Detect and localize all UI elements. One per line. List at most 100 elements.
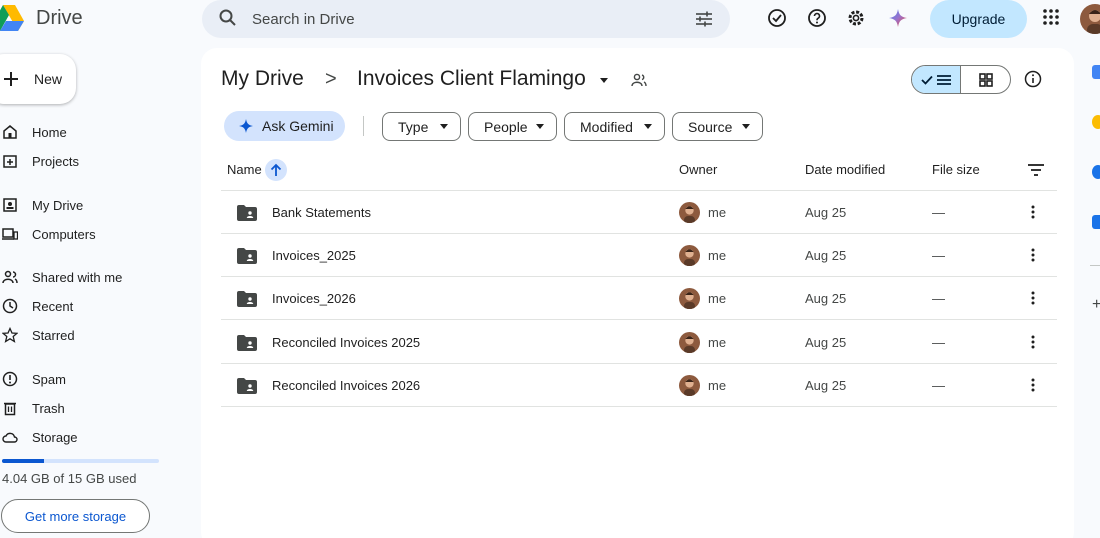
- view-toggle[interactable]: [911, 65, 1011, 94]
- filter-modified-chip[interactable]: Modified: [564, 112, 665, 141]
- date-modified: Aug 25: [805, 248, 847, 263]
- file-name[interactable]: Reconciled Invoices 2025: [272, 335, 420, 350]
- table-row[interactable]: Invoices_2026 me Aug 25 —: [221, 277, 1057, 320]
- sidebar-item-label: Home: [32, 124, 67, 140]
- search-input[interactable]: [252, 9, 672, 29]
- sidebar-item-my-drive[interactable]: My Drive: [0, 192, 190, 218]
- sidebar-item-storage[interactable]: Storage: [0, 424, 190, 450]
- shared-folder-icon: [237, 248, 257, 264]
- owner-name: me: [708, 291, 727, 306]
- side-panel-divider: [1090, 265, 1100, 266]
- more-actions-icon[interactable]: [1027, 377, 1039, 393]
- get-more-storage-button[interactable]: Get more storage: [1, 499, 150, 533]
- owner-avatar: [679, 288, 700, 309]
- plus-icon: [4, 72, 18, 86]
- new-button-label: New: [34, 71, 63, 87]
- more-actions-icon[interactable]: [1027, 290, 1039, 306]
- column-header-date-modified[interactable]: Date modified: [805, 162, 885, 177]
- sidebar-item-home[interactable]: Home: [0, 119, 190, 145]
- table-row[interactable]: Reconciled Invoices 2025 me Aug 25 —: [221, 321, 1057, 364]
- filter-type-chip[interactable]: Type: [382, 112, 461, 141]
- owner-name: me: [708, 205, 727, 220]
- table-row[interactable]: Invoices_2025 me Aug 25 —: [221, 234, 1057, 277]
- tasks-app-icon[interactable]: [1092, 165, 1100, 179]
- sidebar-item-shared-with-me[interactable]: Shared with me: [0, 264, 190, 290]
- file-name[interactable]: Bank Statements: [272, 205, 371, 220]
- file-size: —: [932, 378, 945, 393]
- sidebar-item-label: Starred: [32, 327, 75, 343]
- filter-chip-label: Modified: [580, 118, 633, 135]
- account-avatar[interactable]: [1080, 4, 1100, 34]
- sidebar-item-recent[interactable]: Recent: [0, 293, 190, 319]
- more-actions-icon[interactable]: [1027, 204, 1039, 220]
- shared-folder-people-icon[interactable]: [630, 71, 648, 89]
- gemini-sparkle-icon: [239, 119, 253, 133]
- column-header-file-size[interactable]: File size: [932, 162, 980, 177]
- sidebar-item-label: Storage: [32, 429, 78, 445]
- drive-logo-icon[interactable]: [0, 3, 24, 33]
- sort-direction-button[interactable]: [265, 159, 287, 181]
- grid-view-button[interactable]: [961, 66, 1010, 93]
- sidebar-item-computers[interactable]: Computers: [0, 221, 190, 247]
- owner-avatar: [679, 375, 700, 396]
- column-header-name[interactable]: Name: [227, 162, 262, 177]
- spam-icon: [2, 371, 18, 387]
- breadcrumb-separator: >: [325, 68, 337, 90]
- sidebar-item-label: Projects: [32, 153, 79, 169]
- sidebar-item-projects[interactable]: Projects: [0, 148, 190, 174]
- calendar-app-icon[interactable]: [1092, 65, 1100, 79]
- file-name[interactable]: Invoices_2025: [272, 248, 356, 263]
- filter-chip-label: Source: [688, 118, 733, 135]
- breadcrumb-my-drive[interactable]: My Drive: [221, 67, 304, 91]
- list-view-icon: [937, 74, 951, 85]
- search-options-icon[interactable]: [694, 9, 714, 29]
- filter-people-chip[interactable]: People: [468, 112, 557, 141]
- table-row[interactable]: Reconciled Invoices 2026 me Aug 25 —: [221, 364, 1057, 407]
- filter-source-chip[interactable]: Source: [672, 112, 763, 141]
- list-view-button[interactable]: [912, 66, 962, 93]
- settings-gear-icon[interactable]: [845, 7, 867, 29]
- shared-icon: [2, 270, 18, 284]
- gemini-sparkle-icon[interactable]: [887, 7, 909, 29]
- storage-usage-text: 4.04 GB of 15 GB used: [2, 471, 137, 486]
- keep-app-icon[interactable]: [1092, 115, 1100, 129]
- file-size: —: [932, 335, 945, 350]
- sidebar-item-trash[interactable]: Trash: [0, 395, 190, 421]
- file-size: —: [932, 205, 945, 220]
- sidebar-item-spam[interactable]: Spam: [0, 366, 190, 392]
- cloud-icon: [2, 432, 18, 443]
- chevron-down-icon: [440, 124, 448, 129]
- contacts-app-icon[interactable]: [1092, 215, 1100, 229]
- table-row[interactable]: Bank Statements me Aug 25 —: [221, 191, 1057, 234]
- my-drive-icon: [3, 198, 17, 212]
- chevron-down-icon: [644, 124, 652, 129]
- upgrade-button[interactable]: Upgrade: [930, 0, 1027, 38]
- grid-view-icon: [978, 72, 993, 87]
- file-name[interactable]: Invoices_2026: [272, 291, 356, 306]
- sidebar-item-label: My Drive: [32, 197, 84, 213]
- app-name: Drive: [36, 7, 83, 29]
- search-icon[interactable]: [218, 8, 238, 28]
- sidebar-item-starred[interactable]: Starred: [0, 322, 190, 348]
- folder-menu-caret-icon[interactable]: [598, 74, 610, 86]
- breadcrumb-current-folder[interactable]: Invoices Client Flamingo: [357, 67, 586, 91]
- column-header-owner[interactable]: Owner: [679, 162, 717, 177]
- date-modified: Aug 25: [805, 335, 847, 350]
- help-icon[interactable]: [806, 7, 828, 29]
- info-icon[interactable]: [1024, 70, 1042, 88]
- more-actions-icon[interactable]: [1027, 334, 1039, 350]
- clock-icon: [2, 298, 18, 314]
- add-addon-icon[interactable]: +: [1092, 296, 1100, 314]
- ask-gemini-button[interactable]: Ask Gemini: [224, 111, 345, 141]
- apps-grid-icon[interactable]: [1042, 8, 1060, 26]
- file-size: —: [932, 248, 945, 263]
- new-button[interactable]: New: [0, 54, 76, 104]
- ready-for-offline-icon[interactable]: [766, 7, 788, 29]
- shared-folder-icon: [237, 291, 257, 307]
- sort-options-icon[interactable]: [1027, 163, 1045, 177]
- more-actions-icon[interactable]: [1027, 247, 1039, 263]
- filter-divider: [363, 116, 364, 136]
- file-size: —: [932, 291, 945, 306]
- sidebar-item-label: Shared with me: [32, 269, 123, 285]
- file-name[interactable]: Reconciled Invoices 2026: [272, 378, 420, 393]
